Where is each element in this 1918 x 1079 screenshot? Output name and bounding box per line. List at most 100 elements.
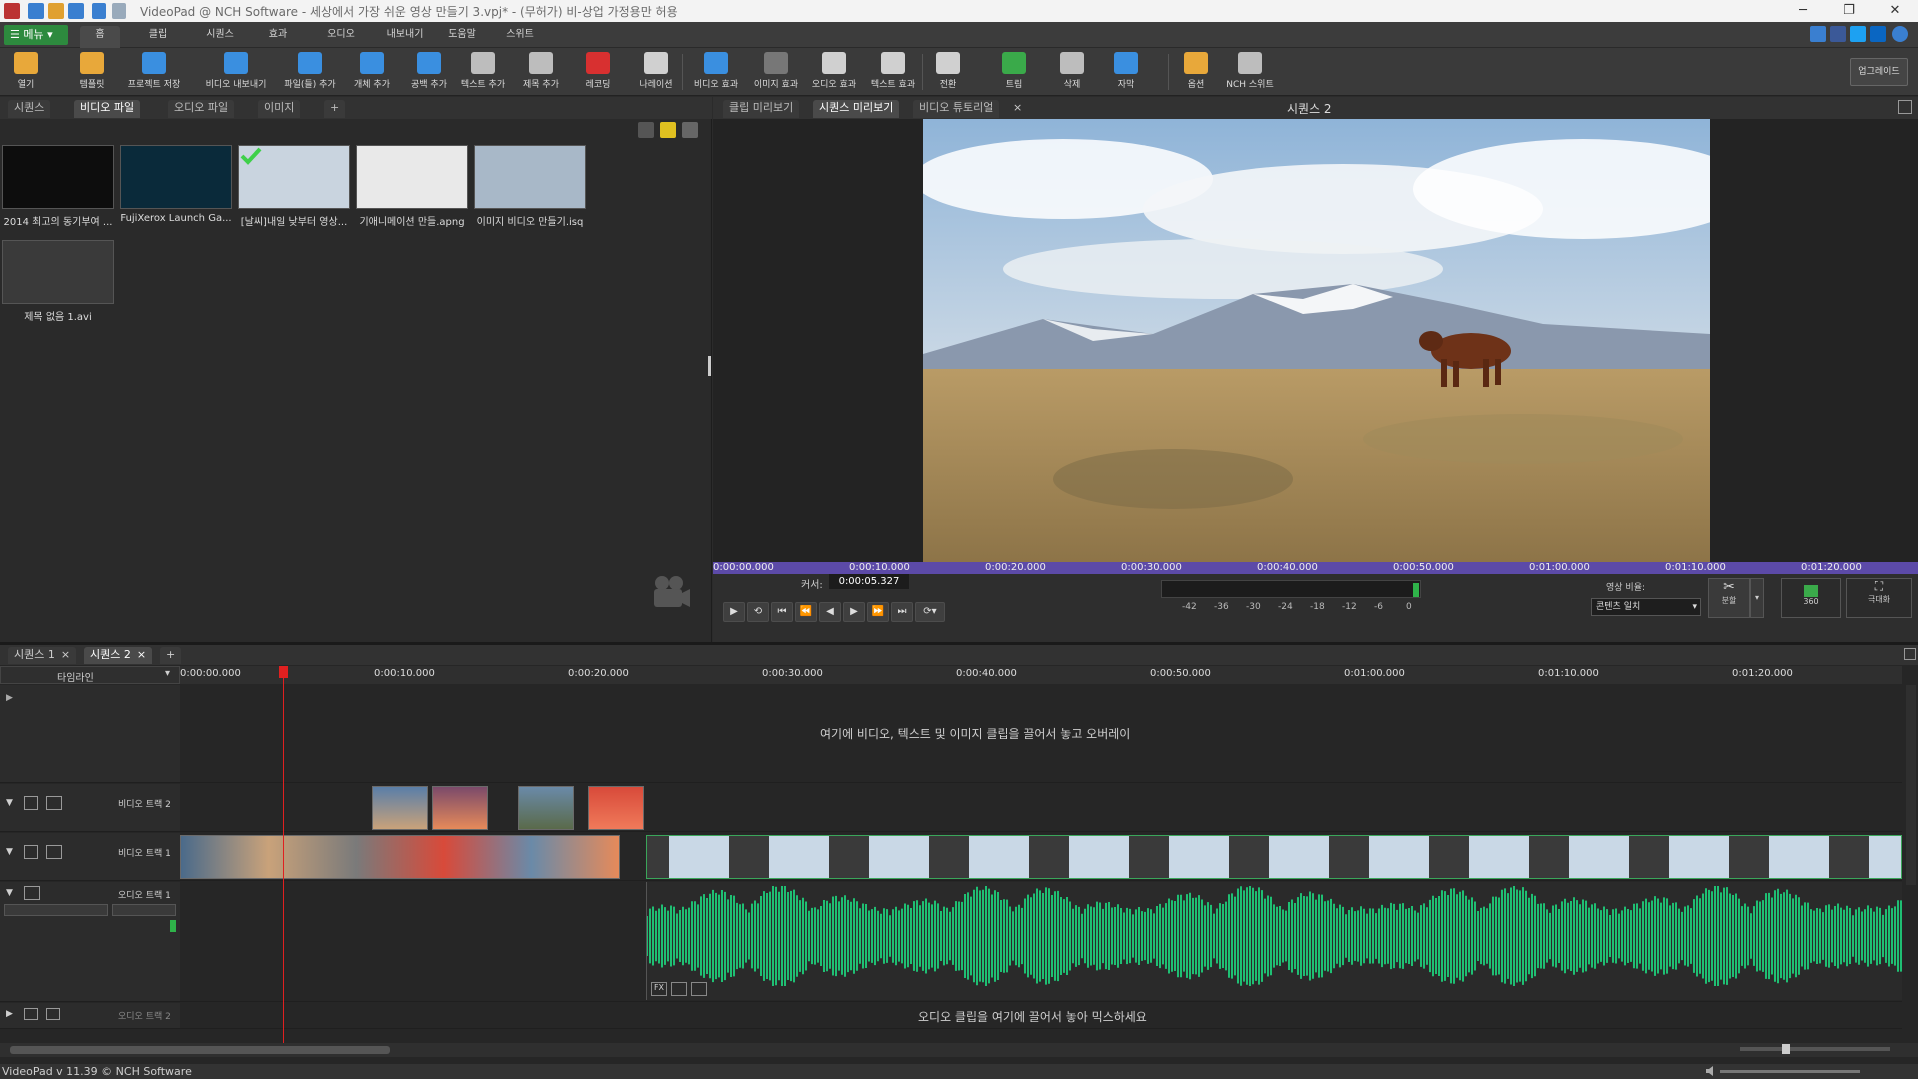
maximize-preview-button[interactable]: ⛶ 극대화 bbox=[1846, 578, 1912, 618]
next-clip-button[interactable]: ⏩ bbox=[867, 602, 889, 622]
toolbar-button[interactable]: 개체 추가 bbox=[346, 50, 398, 96]
speaker-icon[interactable] bbox=[24, 1008, 38, 1020]
step-back-button[interactable]: ◀ bbox=[819, 602, 841, 622]
media-thumbnail[interactable] bbox=[356, 145, 468, 209]
clip[interactable] bbox=[432, 786, 488, 830]
menu-tab[interactable]: 내보내기 bbox=[376, 26, 434, 48]
media-file-name[interactable]: FujiXerox Launch Ga... bbox=[117, 213, 235, 224]
horizontal-scrollbar[interactable] bbox=[10, 1046, 390, 1054]
toolbar-button[interactable]: 파일(들) 추가 bbox=[282, 50, 338, 96]
split-dropdown[interactable]: ▾ bbox=[1750, 578, 1764, 618]
toolbar-button[interactable]: 제목 추가 bbox=[514, 50, 568, 96]
prev-clip-button[interactable]: ⏪ bbox=[795, 602, 817, 622]
pan-slider[interactable] bbox=[112, 904, 176, 916]
audio-clip[interactable]: FX bbox=[646, 882, 1902, 1000]
volume-icon[interactable] bbox=[671, 982, 687, 996]
collapse-icon[interactable]: ▼ bbox=[6, 888, 13, 898]
upgrade-button[interactable]: 업그레이드 bbox=[1850, 58, 1908, 86]
timeline-mode-select[interactable]: 타임라인 ▾ bbox=[0, 666, 180, 684]
timeline-ruler[interactable]: 0:00:00.000 0:00:10.000 0:00:20.000 0:00:30… bbox=[180, 666, 1902, 684]
clip[interactable] bbox=[646, 835, 1902, 879]
help-icon[interactable] bbox=[1892, 26, 1908, 42]
toolbar-button[interactable]: 비디오 내보내기 bbox=[200, 50, 272, 96]
restore-button[interactable]: ❐ bbox=[1826, 0, 1872, 22]
quick-open-icon[interactable] bbox=[48, 3, 64, 19]
menu-tab[interactable]: 오디오 bbox=[316, 26, 366, 48]
media-file-name[interactable]: 이미지 비디오 만들기.isq bbox=[471, 213, 589, 228]
toolbar-button[interactable]: 나레이션 bbox=[630, 50, 682, 96]
clip[interactable] bbox=[518, 786, 574, 830]
redo-icon[interactable] bbox=[112, 3, 126, 19]
media-file-name[interactable]: 기애니메이션 만들.apng bbox=[353, 213, 471, 228]
sequence-tab[interactable]: 시퀀스 1 × bbox=[8, 647, 77, 664]
media-thumbnail[interactable] bbox=[474, 145, 586, 209]
toolbar-button[interactable]: 트림 bbox=[994, 50, 1034, 96]
overlay-track[interactable]: 여기에 비디오, 텍스트 및 이미지 클립을 끌어서 놓고 오버레이 bbox=[180, 685, 1902, 783]
clip[interactable] bbox=[588, 786, 644, 830]
bin-tab[interactable]: 비디오 파일 bbox=[74, 100, 141, 118]
preview-tab[interactable]: 클립 미리보기 bbox=[723, 100, 800, 118]
speed-button[interactable]: ⟳▾ bbox=[915, 602, 945, 622]
main-menu-button[interactable]: ☰ 메뉴 ▾ bbox=[4, 25, 68, 45]
track-options-icon[interactable] bbox=[46, 796, 62, 810]
quick-disk-icon[interactable] bbox=[68, 3, 84, 19]
zoom-slider[interactable] bbox=[1740, 1047, 1890, 1051]
media-thumbnail[interactable] bbox=[120, 145, 232, 209]
preview-ruler[interactable]: 0:00:00.000 0:00:10.000 0:00:20.000 0:00:30… bbox=[713, 562, 1918, 574]
video-track-1[interactable] bbox=[180, 833, 1902, 881]
add-bin-tab-button[interactable]: + bbox=[324, 100, 346, 118]
toolbar-button[interactable]: 프로젝트 저장 bbox=[122, 50, 186, 96]
fx-icon[interactable]: FX bbox=[651, 982, 667, 996]
eye-icon[interactable] bbox=[24, 796, 38, 810]
timeline-undock-icon[interactable] bbox=[1904, 648, 1916, 660]
360-button[interactable]: 360 bbox=[1781, 578, 1841, 618]
close-button[interactable]: ✕ bbox=[1872, 0, 1918, 22]
toolbar-button[interactable]: 옵션 bbox=[1178, 50, 1214, 96]
preview-tab[interactable]: 시퀀스 미리보기 bbox=[813, 100, 900, 118]
minimize-button[interactable]: ─ bbox=[1780, 0, 1826, 22]
playhead[interactable] bbox=[283, 666, 284, 1046]
toolbar-button[interactable]: 비디오 효과 bbox=[690, 50, 742, 96]
toolbar-button[interactable]: 공백 추가 bbox=[404, 50, 454, 96]
media-file-name[interactable]: 제목 없음 1.avi bbox=[0, 308, 117, 323]
bin-tab[interactable]: 시퀀스 bbox=[8, 100, 51, 118]
collapse-icon[interactable]: ▼ bbox=[6, 847, 13, 857]
media-file-name[interactable]: 2014 최고의 동기부여 ... bbox=[0, 213, 117, 228]
toolbar-button[interactable]: 텍스트 효과 bbox=[866, 50, 920, 96]
aspect-select[interactable]: 콘텐츠 일치 ▾ bbox=[1591, 598, 1701, 616]
toolbar-button[interactable]: 템플릿 bbox=[70, 50, 114, 96]
step-forward-button[interactable]: ▶ bbox=[843, 602, 865, 622]
menu-tab[interactable]: 홈 bbox=[80, 26, 120, 48]
new-folder-icon[interactable] bbox=[660, 122, 676, 138]
quick-save-icon[interactable] bbox=[28, 3, 44, 19]
undock-icon[interactable] bbox=[1898, 100, 1912, 114]
list-view-icon[interactable] bbox=[682, 122, 698, 138]
audio-track-1[interactable]: FX bbox=[180, 882, 1902, 1002]
toolbar-button[interactable]: 텍스트 추가 bbox=[458, 50, 508, 96]
video-track-2[interactable] bbox=[180, 784, 1902, 832]
clip[interactable] bbox=[180, 835, 620, 879]
toolbar-button[interactable]: 이미지 효과 bbox=[750, 50, 802, 96]
close-tab-icon[interactable]: × bbox=[1013, 101, 1022, 114]
playhead-handle[interactable] bbox=[279, 666, 288, 678]
preview-tab[interactable]: 비디오 튜토리얼 bbox=[913, 100, 1000, 118]
bin-tab[interactable]: 오디오 파일 bbox=[168, 100, 235, 118]
twitter-icon[interactable] bbox=[1850, 26, 1866, 42]
split-button[interactable]: ✂ 분할 bbox=[1708, 578, 1750, 618]
like-icon[interactable] bbox=[1810, 26, 1826, 42]
clip[interactable] bbox=[372, 786, 428, 830]
sequence-tab[interactable]: 시퀀스 2 × bbox=[84, 647, 153, 664]
master-volume-slider[interactable] bbox=[1720, 1070, 1860, 1073]
play-button[interactable]: ▶ bbox=[723, 602, 745, 622]
menu-tab[interactable]: 도움말 bbox=[438, 26, 486, 48]
toolbar-button[interactable]: 자막 bbox=[1106, 50, 1146, 96]
toolbar-button[interactable]: 열기 bbox=[8, 50, 44, 96]
facebook-icon[interactable] bbox=[1830, 26, 1846, 42]
toolbar-button[interactable]: 레코딩 bbox=[576, 50, 620, 96]
linkedin-icon[interactable] bbox=[1870, 26, 1886, 42]
go-end-button[interactable]: ⏭ bbox=[891, 602, 913, 622]
track-options-icon[interactable] bbox=[46, 845, 62, 859]
delete-bin-icon[interactable] bbox=[638, 122, 654, 138]
audio-track-2[interactable]: 오디오 클립을 여기에 끌어서 놓아 믹스하세요 bbox=[180, 1003, 1902, 1029]
toolbar-button[interactable]: NCH 스위트 bbox=[1220, 50, 1280, 96]
